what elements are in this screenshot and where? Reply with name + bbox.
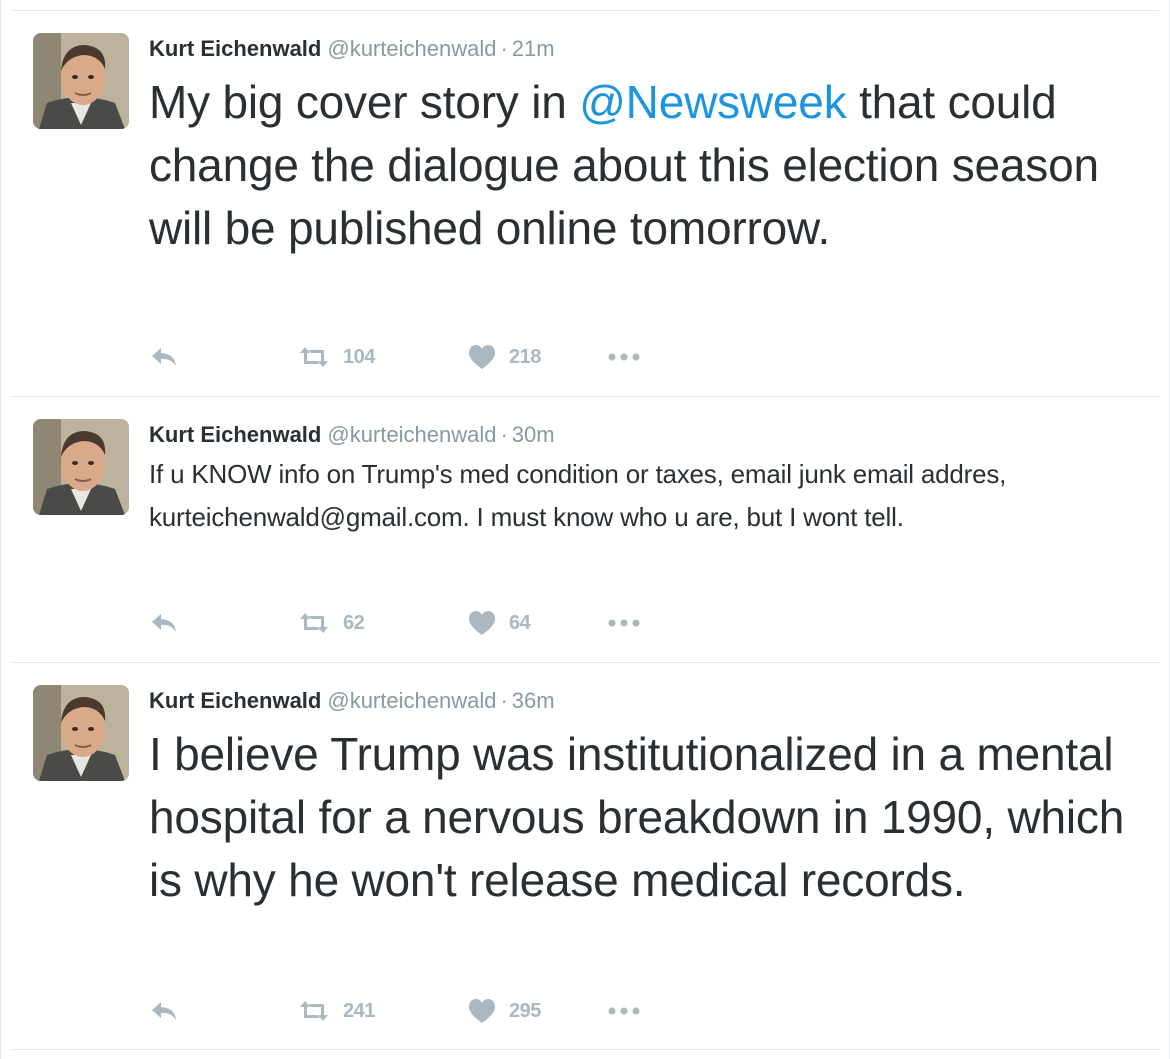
- tweet-timestamp[interactable]: 36m: [512, 688, 555, 713]
- heart-icon: [468, 345, 496, 369]
- author-fullname[interactable]: Kurt Eichenwald: [149, 688, 321, 713]
- retweet-button[interactable]: 104: [297, 345, 467, 369]
- more-dots-icon: [608, 353, 640, 361]
- avatar[interactable]: [33, 33, 129, 129]
- tweet-header: Kurt Eichenwald @kurteichenwald · 30m: [149, 421, 555, 449]
- like-button[interactable]: 218: [467, 344, 607, 370]
- reply-icon: [152, 614, 176, 632]
- tweet-text: I believe Trump was institutionalized in…: [149, 728, 1125, 906]
- author-username[interactable]: @kurteichenwald: [327, 688, 496, 713]
- tweet-timestamp[interactable]: 21m: [512, 36, 555, 61]
- reply-button[interactable]: [149, 999, 297, 1023]
- tweet-text: My big cover story in @Newsweek that cou…: [149, 71, 1139, 260]
- avatar-image: [33, 419, 129, 515]
- tweet-actions: 62 64: [149, 603, 641, 643]
- avatar[interactable]: [33, 685, 129, 781]
- tweet-header: Kurt Eichenwald @kurteichenwald · 36m: [149, 687, 555, 715]
- tweet[interactable]: Kurt Eichenwald @kurteichenwald · 30m If u …: [11, 396, 1159, 662]
- tweet-text-part: My big cover story in: [149, 76, 580, 128]
- separator: ·: [500, 422, 508, 447]
- reply-icon: [152, 348, 176, 366]
- retweet-count: 104: [343, 345, 375, 368]
- author-username[interactable]: @kurteichenwald: [327, 36, 496, 61]
- retweet-icon: [300, 347, 328, 367]
- tweet-timeline: Kurt Eichenwald @kurteichenwald · 21m My bi…: [0, 0, 1170, 1059]
- tweet-timestamp[interactable]: 30m: [512, 422, 555, 447]
- separator: ·: [500, 688, 508, 713]
- avatar-image: [33, 685, 129, 781]
- like-count: 295: [509, 999, 541, 1022]
- tweet-actions: 241 295: [149, 991, 641, 1031]
- reply-button[interactable]: [149, 611, 297, 635]
- reply-button[interactable]: [149, 345, 297, 369]
- author-fullname[interactable]: Kurt Eichenwald: [149, 422, 321, 447]
- tweet[interactable]: Kurt Eichenwald @kurteichenwald · 36m I bel…: [11, 662, 1159, 1050]
- like-button[interactable]: 295: [467, 998, 607, 1024]
- retweet-button[interactable]: 62: [297, 611, 467, 635]
- retweet-icon: [300, 1001, 328, 1021]
- tweet[interactable]: Kurt Eichenwald @kurteichenwald · 21m My bi…: [11, 10, 1159, 396]
- author-fullname[interactable]: Kurt Eichenwald: [149, 36, 321, 61]
- tweet-header: Kurt Eichenwald @kurteichenwald · 21m: [149, 35, 555, 63]
- author-username[interactable]: @kurteichenwald: [327, 422, 496, 447]
- avatar-image: [33, 33, 129, 129]
- like-count: 218: [509, 345, 541, 368]
- tweet-text: If u KNOW info on Trump's med condition …: [149, 459, 1007, 532]
- heart-icon: [468, 999, 496, 1023]
- more-button[interactable]: [607, 352, 641, 362]
- separator: ·: [500, 36, 508, 61]
- retweet-count: 62: [343, 611, 365, 634]
- mention-link[interactable]: @Newsweek: [579, 76, 847, 128]
- more-dots-icon: [608, 619, 640, 627]
- heart-icon: [468, 611, 496, 635]
- more-button[interactable]: [607, 618, 641, 628]
- retweet-button[interactable]: 241: [297, 999, 467, 1023]
- avatar[interactable]: [33, 419, 129, 515]
- more-dots-icon: [608, 1007, 640, 1015]
- retweet-count: 241: [343, 999, 375, 1022]
- retweet-icon: [300, 613, 328, 633]
- tweet-actions: 104 218: [149, 337, 641, 377]
- like-count: 64: [509, 611, 531, 634]
- more-button[interactable]: [607, 1006, 641, 1016]
- like-button[interactable]: 64: [467, 610, 607, 636]
- reply-icon: [152, 1002, 176, 1020]
